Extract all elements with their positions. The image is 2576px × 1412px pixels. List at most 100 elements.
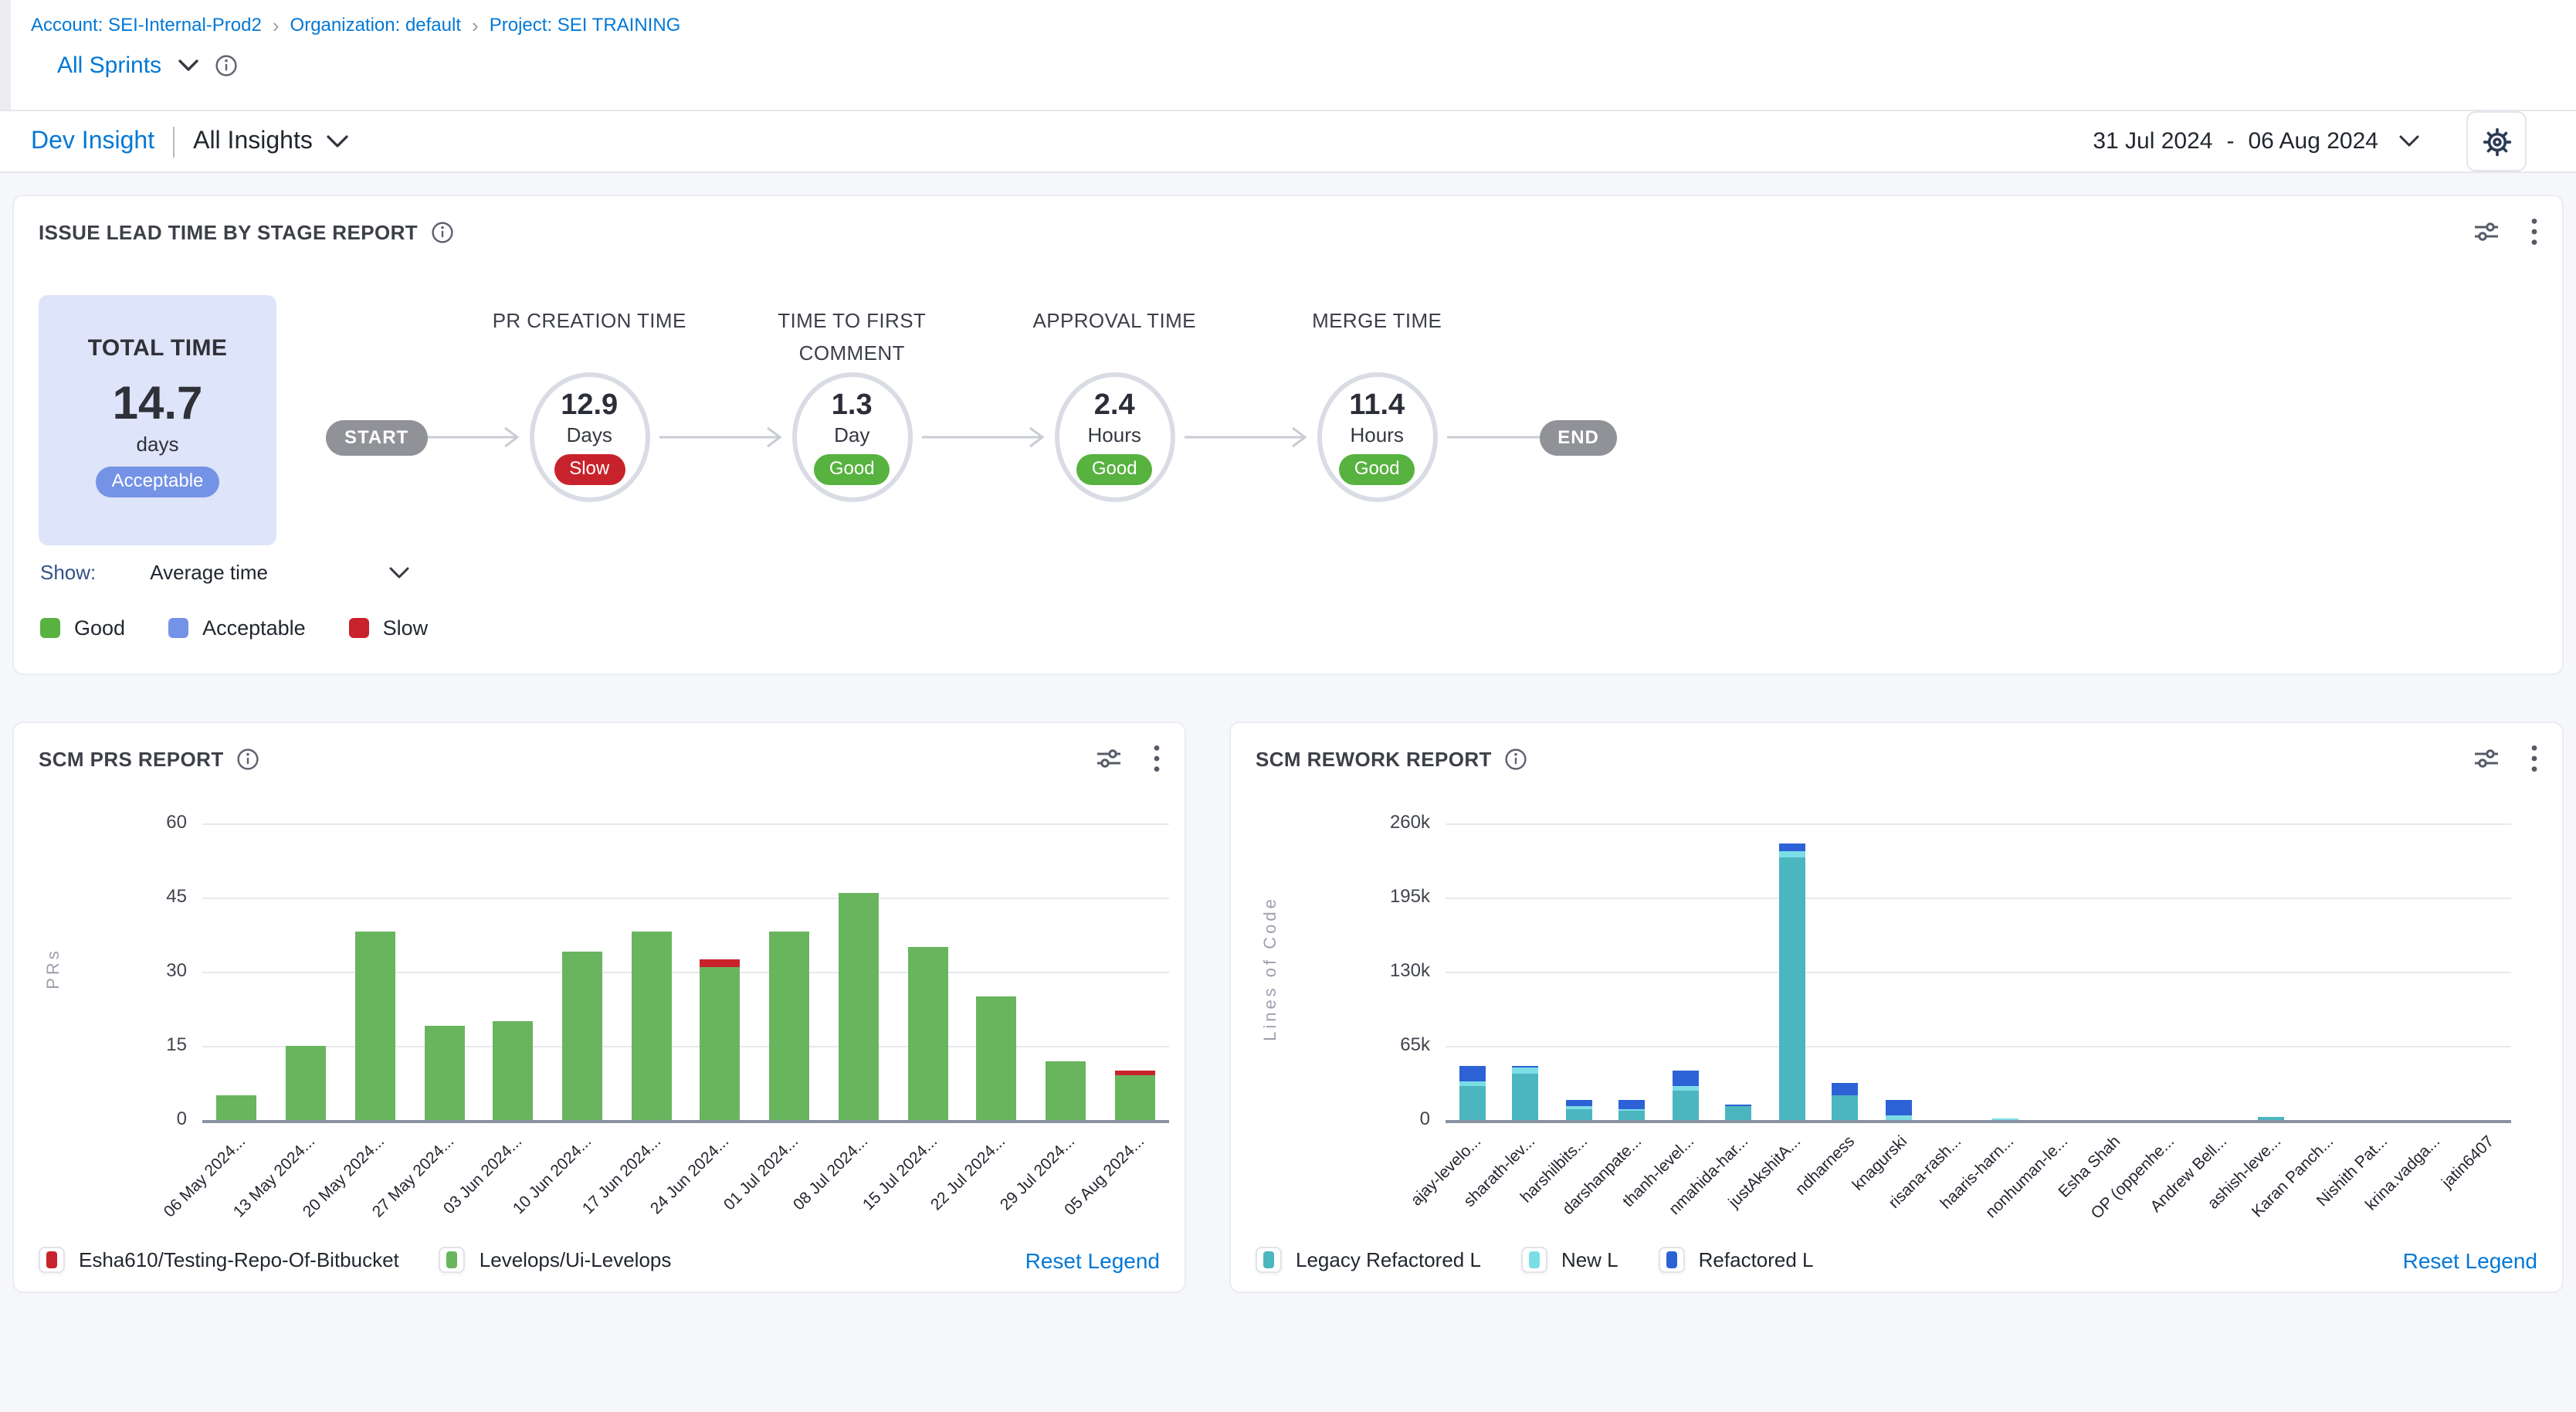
rework-chart-legend: Legacy Refactored L New L Refactored L R… — [1256, 1247, 2537, 1273]
prs-chart: PRs 01530456006 May 2024...13 May 2024..… — [14, 777, 1185, 1179]
legend-swatch[interactable] — [39, 1247, 65, 1273]
bar-segment[interactable] — [1992, 1118, 2018, 1120]
insights-dropdown-value[interactable]: All Insights — [193, 127, 313, 155]
y-axis-tick: 15 — [100, 1034, 187, 1055]
stage-approval-time[interactable]: APPROVAL TIME 2.4 Hours Good — [1014, 304, 1215, 502]
bar-segment[interactable] — [769, 932, 809, 1120]
legend-swatch — [349, 618, 369, 638]
stage-pr-creation-time[interactable]: PR CREATION TIME 12.9 Days Slow — [489, 304, 690, 502]
bar-segment[interactable] — [1726, 1106, 1752, 1120]
bar-segment[interactable] — [2259, 1117, 2285, 1120]
info-icon[interactable] — [236, 748, 259, 771]
gridline — [202, 823, 1169, 825]
legend-swatch[interactable] — [1256, 1247, 1282, 1273]
bar-segment[interactable] — [1114, 1075, 1154, 1120]
stage-circle[interactable]: 11.4 Hours Good — [1317, 372, 1437, 502]
stage-merge-time[interactable]: MERGE TIME 11.4 Hours Good — [1276, 304, 1477, 502]
kebab-menu-icon[interactable] — [1154, 745, 1160, 772]
bar-segment[interactable] — [562, 952, 602, 1120]
bar-segment[interactable] — [1673, 1071, 1699, 1086]
show-dropdown[interactable]: Average time — [150, 561, 268, 584]
bar-segment[interactable] — [1673, 1086, 1699, 1091]
stage-label: MERGE TIME — [1273, 304, 1480, 372]
bar-segment[interactable] — [907, 947, 947, 1120]
bar-segment[interactable] — [1779, 843, 1805, 852]
bar-segment[interactable] — [1566, 1099, 1592, 1106]
bar-segment[interactable] — [1779, 852, 1805, 857]
reset-legend-link[interactable]: Reset Legend — [1025, 1247, 1160, 1272]
bar-segment[interactable] — [1673, 1091, 1699, 1120]
kebab-menu-icon[interactable] — [2531, 218, 2537, 246]
chevron-down-icon[interactable] — [388, 566, 408, 579]
nav-edge — [0, 0, 11, 110]
chevron-down-icon[interactable] — [177, 59, 198, 73]
bar-segment[interactable] — [700, 959, 741, 967]
stage-time-to-first-comment[interactable]: TIME TO FIRST COMMENT 1.3 Day Good — [751, 304, 952, 502]
info-icon[interactable] — [214, 54, 237, 77]
bar-segment[interactable] — [1114, 1071, 1154, 1075]
date-range-start: 31 Jul 2024 — [2093, 128, 2212, 154]
bar-segment[interactable] — [355, 932, 395, 1120]
legend-item-new-lines[interactable]: New L — [1521, 1247, 1618, 1273]
breadcrumb-account[interactable]: Account: SEI-Internal-Prod2 — [31, 14, 262, 36]
widget-filters-icon[interactable] — [2473, 745, 2500, 772]
legend-item-levelops[interactable]: Levelops/Ui-Levelops — [439, 1247, 672, 1273]
breadcrumb-separator: › — [273, 15, 280, 35]
y-axis-tick: 195k — [1344, 885, 1430, 907]
bar-segment[interactable] — [1566, 1106, 1592, 1108]
stage-circle[interactable]: 1.3 Day Good — [791, 372, 912, 502]
bar-segment[interactable] — [1459, 1086, 1486, 1120]
bar-segment[interactable] — [1886, 1115, 1912, 1120]
legend-swatch[interactable] — [439, 1247, 466, 1273]
reset-legend-link[interactable]: Reset Legend — [2403, 1247, 2537, 1272]
bar-segment[interactable] — [1832, 1095, 1859, 1120]
bar-segment[interactable] — [1832, 1082, 1859, 1095]
sprint-selector[interactable]: All Sprints — [57, 53, 237, 79]
stage-circle[interactable]: 2.4 Hours Good — [1054, 372, 1174, 502]
stage-rating-badge: Good — [814, 454, 890, 485]
bar-segment[interactable] — [631, 932, 671, 1120]
sprint-selector-label[interactable]: All Sprints — [57, 53, 161, 79]
legend-item-legacy-refactored[interactable]: Legacy Refactored L — [1256, 1247, 1481, 1273]
bar-segment[interactable] — [493, 1021, 533, 1120]
stage-circle[interactable]: 12.9 Days Slow — [529, 372, 649, 502]
bar-segment[interactable] — [1513, 1067, 1539, 1074]
legend-label: Levelops/Ui-Levelops — [480, 1248, 672, 1271]
bar-segment[interactable] — [217, 1095, 257, 1120]
bar-segment[interactable] — [424, 1026, 464, 1120]
widget-filters-icon[interactable] — [1095, 745, 1123, 772]
legend-swatch[interactable] — [1521, 1247, 1547, 1273]
legend-swatch[interactable] — [1659, 1247, 1685, 1273]
date-range-picker[interactable]: 31 Jul 2024 - 06 Aug 2024 — [2093, 128, 2420, 154]
settings-button[interactable] — [2466, 111, 2527, 171]
bar-segment[interactable] — [1459, 1081, 1486, 1086]
bar-segment[interactable] — [1513, 1066, 1539, 1067]
bar-segment[interactable] — [286, 1046, 326, 1120]
breadcrumb: Account: SEI-Internal-Prod2 › Organizati… — [31, 14, 680, 36]
bar-segment[interactable] — [1513, 1074, 1539, 1120]
widget-filters-icon[interactable] — [2473, 218, 2500, 246]
insight-name[interactable]: Dev Insight — [31, 127, 154, 155]
bar-segment[interactable] — [1619, 1111, 1646, 1120]
gridline — [202, 972, 1169, 973]
bar-segment[interactable] — [1566, 1108, 1592, 1120]
breadcrumb-project[interactable]: Project: SEI TRAINING — [490, 14, 681, 36]
kebab-menu-icon[interactable] — [2531, 745, 2537, 772]
bar-segment[interactable] — [1886, 1099, 1912, 1115]
bar-segment[interactable] — [1779, 857, 1805, 1120]
insights-dropdown[interactable]: All Insights — [193, 127, 350, 155]
info-icon[interactable] — [430, 221, 453, 244]
bar-segment[interactable] — [1726, 1105, 1752, 1106]
legend-item-esha610[interactable]: Esha610/Testing-Repo-Of-Bitbucket — [39, 1247, 399, 1273]
bar-segment[interactable] — [700, 967, 741, 1120]
legend-item-refactored-lines[interactable]: Refactored L — [1659, 1247, 1814, 1273]
breadcrumb-organization[interactable]: Organization: default — [290, 14, 462, 36]
y-axis-tick: 0 — [100, 1108, 187, 1129]
gridline — [202, 898, 1169, 899]
bar-segment[interactable] — [976, 996, 1016, 1120]
bar-segment[interactable] — [1459, 1067, 1486, 1081]
info-icon[interactable] — [1504, 748, 1527, 771]
bar-segment[interactable] — [1619, 1101, 1646, 1110]
bar-segment[interactable] — [1046, 1061, 1086, 1120]
bar-segment[interactable] — [839, 893, 879, 1120]
